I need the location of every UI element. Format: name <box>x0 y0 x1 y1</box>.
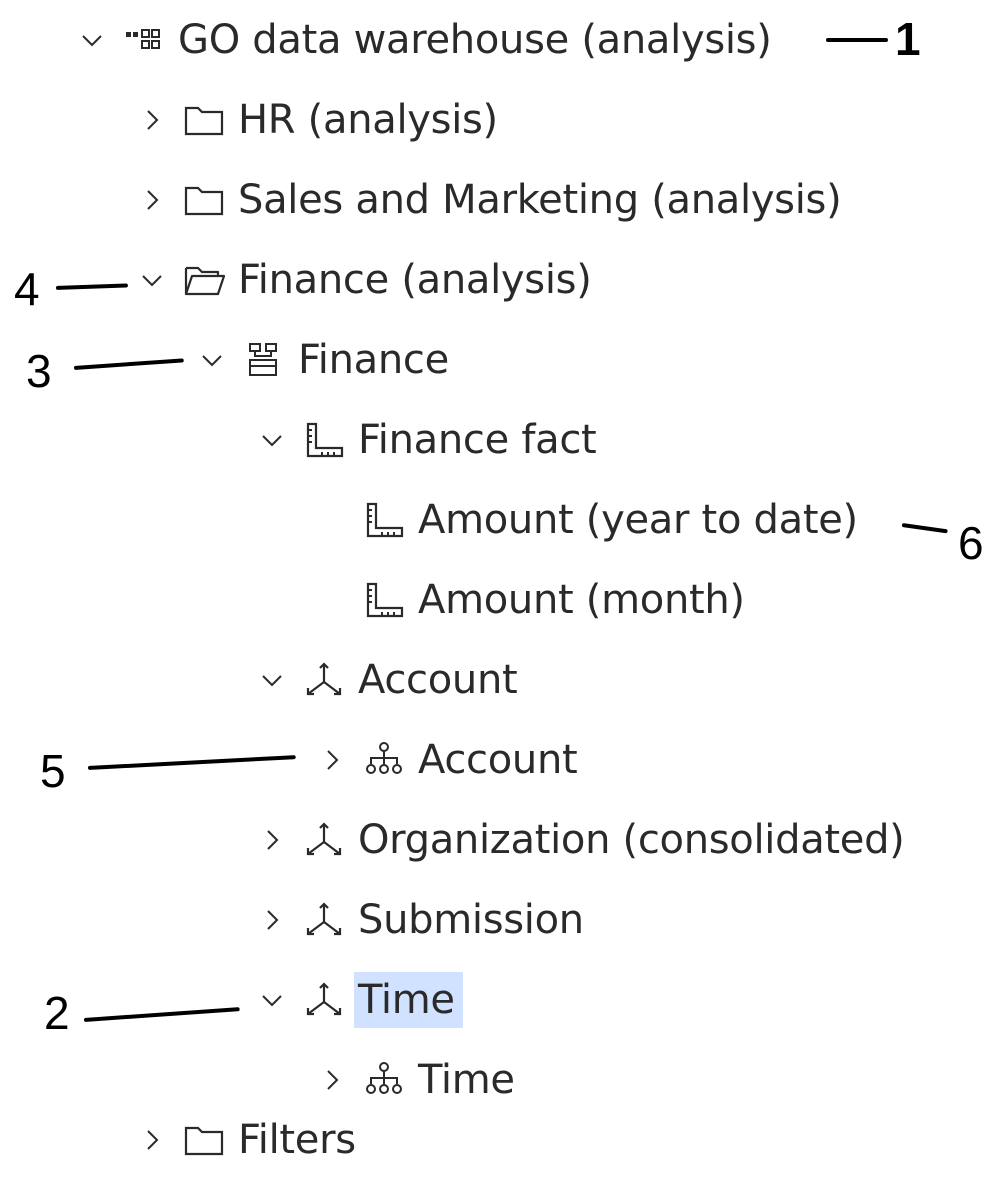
tree-item-finance-fact[interactable]: Finance fact <box>260 410 597 470</box>
chevron-right-icon[interactable] <box>140 188 164 212</box>
package-icon <box>242 340 286 380</box>
tree-item-label: Sales and Marketing (analysis) <box>238 177 842 223</box>
chevron-right-icon[interactable] <box>140 1128 164 1152</box>
chevron-down-icon[interactable] <box>260 428 284 452</box>
dimension-icon <box>302 900 346 940</box>
tree-item-label: Organization (consolidated) <box>358 817 905 863</box>
tree-item-label: Amount (month) <box>418 577 745 623</box>
tree-item-label: Submission <box>358 897 584 943</box>
chevron-down-icon[interactable] <box>200 348 224 372</box>
callout-5-number: 5 <box>40 745 66 797</box>
tree-item-label: GO data warehouse (analysis) <box>178 17 772 63</box>
data-module-icon <box>122 20 166 60</box>
tree-item-go-data-warehouse[interactable]: GO data warehouse (analysis) <box>80 10 772 70</box>
chevron-right-icon[interactable] <box>260 828 284 852</box>
chevron-down-icon[interactable] <box>80 28 104 52</box>
tree-item-time-hierarchy[interactable]: Time <box>320 1050 515 1110</box>
chevron-down-icon[interactable] <box>260 668 284 692</box>
chevron-down-icon[interactable] <box>260 988 284 1012</box>
tree-item-account-dimension[interactable]: Account <box>260 650 518 710</box>
tree-item-label: HR (analysis) <box>238 97 498 143</box>
callout-6-number: 6 <box>958 517 984 569</box>
tree-item-label: Finance (analysis) <box>238 257 592 303</box>
hierarchy-icon <box>362 1060 406 1100</box>
folder-icon <box>182 1120 226 1160</box>
chevron-right-icon[interactable] <box>260 908 284 932</box>
tree-item-hr[interactable]: HR (analysis) <box>140 90 498 150</box>
folder-open-icon <box>182 260 226 300</box>
chevron-right-icon[interactable] <box>320 1068 344 1092</box>
tree-item-finance-analysis[interactable]: Finance (analysis) <box>140 250 592 310</box>
callout-4-number: 4 <box>14 263 40 315</box>
chevron-right-icon[interactable] <box>320 748 344 772</box>
callout-2-number: 2 <box>44 987 70 1039</box>
callout-1-number: 1 <box>895 13 921 65</box>
tree-item-label: Account <box>418 737 578 783</box>
tree-item-label: Account <box>358 657 518 703</box>
chevron-down-icon[interactable] <box>140 268 164 292</box>
tree-item-time-dimension[interactable]: Time <box>260 970 463 1030</box>
measure-icon <box>302 420 346 460</box>
folder-icon <box>182 100 226 140</box>
source-tree: GO data warehouse (analysis) HR (analysi… <box>0 0 995 1177</box>
tree-item-submission[interactable]: Submission <box>260 890 584 950</box>
folder-icon <box>182 180 226 220</box>
dimension-icon <box>302 980 346 1020</box>
tree-item-label: Finance fact <box>358 417 597 463</box>
tree-item-label-selected: Time <box>354 972 463 1028</box>
callout-3-number: 3 <box>26 345 52 397</box>
hierarchy-icon <box>362 740 406 780</box>
tree-item-label: Time <box>418 1057 515 1103</box>
callout-1-line <box>826 38 888 42</box>
dimension-icon <box>302 660 346 700</box>
tree-item-sales-marketing[interactable]: Sales and Marketing (analysis) <box>140 170 842 230</box>
tree-item-label: Finance <box>298 337 449 383</box>
tree-item-label: Amount (year to date) <box>418 497 858 543</box>
dimension-icon <box>302 820 346 860</box>
chevron-right-icon[interactable] <box>140 108 164 132</box>
measure-icon <box>362 500 406 540</box>
tree-item-amount-ytd[interactable]: Amount (year to date) <box>320 490 858 550</box>
measure-icon <box>362 580 406 620</box>
tree-item-amount-month[interactable]: Amount (month) <box>320 570 745 630</box>
tree-item-organization[interactable]: Organization (consolidated) <box>260 810 905 870</box>
tree-item-label: Filters <box>238 1117 356 1163</box>
tree-item-account-hierarchy[interactable]: Account <box>320 730 578 790</box>
tree-item-filters[interactable]: Filters <box>140 1110 356 1170</box>
tree-item-finance-package[interactable]: Finance <box>200 330 449 390</box>
